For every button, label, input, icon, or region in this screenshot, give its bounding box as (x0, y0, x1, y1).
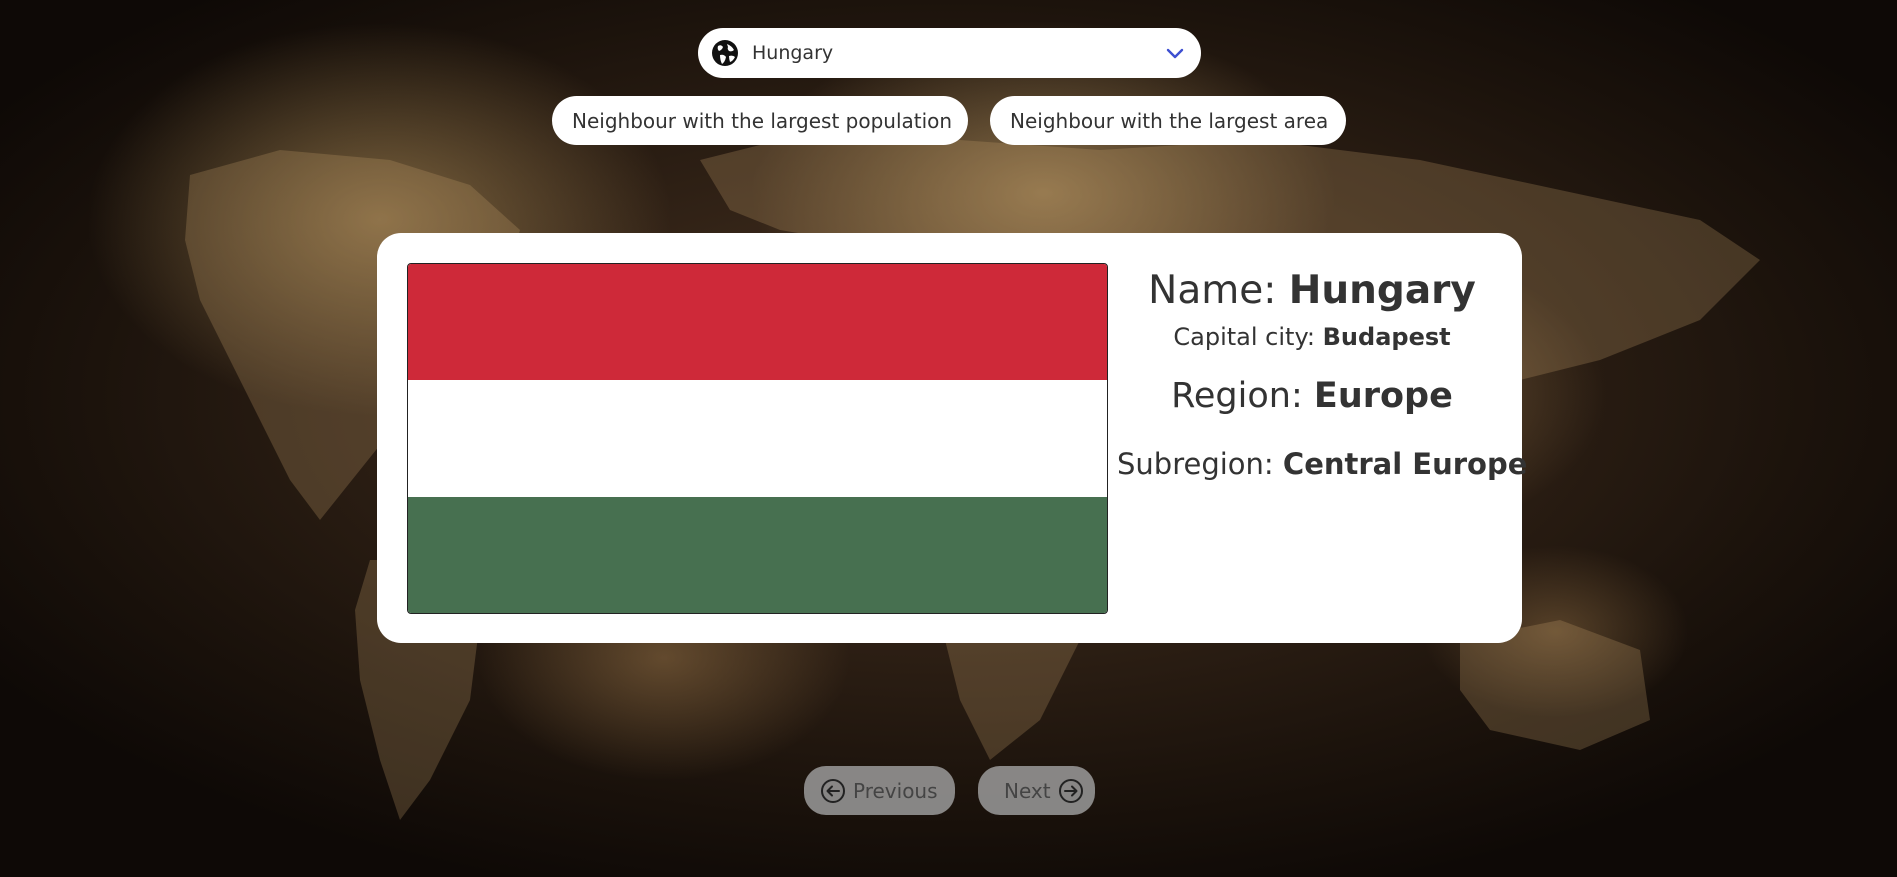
flag-stripe-white (408, 380, 1107, 497)
country-name-value: Hungary (1288, 268, 1476, 313)
next-button[interactable]: Next (978, 766, 1095, 815)
arrow-left-circle-icon (821, 778, 845, 803)
country-flag (407, 263, 1108, 614)
country-select-value: Hungary (752, 42, 834, 64)
country-subregion: Subregion: Central Europe (1117, 443, 1527, 485)
neighbour-largest-population-label: Neighbour with the largest population (572, 108, 953, 133)
country-capital-label: Capital city: (1173, 323, 1315, 351)
arrow-right-circle-icon (1058, 778, 1083, 803)
previous-button-label: Previous (853, 778, 938, 803)
next-button-label: Next (1004, 778, 1051, 803)
country-region-label: Region: (1171, 376, 1303, 416)
flag-stripe-green (408, 496, 1107, 613)
country-info: Name: Hungary Capital city: Budapest Reg… (1117, 263, 1527, 485)
country-card: Name: Hungary Capital city: Budapest Reg… (377, 233, 1527, 643)
country-region: Region: Europe (1117, 371, 1507, 421)
country-select[interactable]: Hungary (698, 28, 1201, 78)
neighbour-largest-population-button[interactable]: Neighbour with the largest population (552, 96, 968, 145)
neighbour-largest-area-label: Neighbour with the largest area (1010, 108, 1329, 133)
country-subregion-label: Subregion: (1117, 447, 1274, 481)
chevron-down-icon (1166, 48, 1184, 59)
country-name-label: Name: (1148, 268, 1277, 313)
country-region-value: Europe (1313, 376, 1453, 416)
neighbour-largest-area-button[interactable]: Neighbour with the largest area (990, 96, 1346, 145)
country-name: Name: Hungary (1117, 263, 1507, 319)
flag-stripe-red (408, 264, 1107, 381)
globe-icon (712, 40, 738, 66)
previous-button[interactable]: Previous (804, 766, 955, 815)
country-capital: Capital city: Budapest (1117, 319, 1507, 355)
country-capital-value: Budapest (1322, 323, 1451, 351)
country-subregion-value: Central Europe (1282, 447, 1528, 481)
